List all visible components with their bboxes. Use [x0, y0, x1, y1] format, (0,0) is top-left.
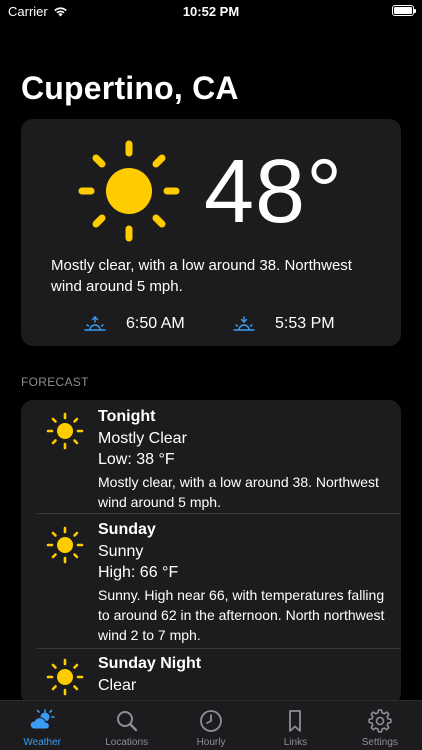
search-icon	[116, 711, 137, 732]
tab-hourly[interactable]: Hourly	[169, 701, 253, 750]
forecast-detail: Sunny. High near 66, with temperatures f…	[98, 587, 385, 643]
tab-label: Settings	[361, 737, 398, 748]
forecast-text: Tonight Mostly Clear Low: 38 °F Mostly c…	[98, 407, 388, 512]
tab-label: Links	[283, 737, 308, 748]
sun-icon	[46, 412, 84, 450]
sunrise-icon	[84, 316, 106, 331]
current-conditions-card: 48° Mostly clear, with a low around 38. …	[21, 119, 401, 346]
battery-icon	[392, 5, 416, 16]
weather-icon	[29, 709, 56, 730]
gear-icon	[368, 709, 392, 733]
divider	[37, 513, 401, 514]
forecast-period: Sunday Night	[98, 655, 202, 672]
clock-icon	[200, 710, 222, 732]
tab-weather[interactable]: Weather	[0, 701, 84, 750]
forecast-temperature: High: 66 °F	[98, 564, 179, 581]
forecast-condition: Sunny	[98, 543, 144, 560]
tab-label: Locations	[105, 737, 149, 748]
forecast-period: Sunday	[98, 521, 156, 538]
forecast-condition: Mostly Clear	[98, 430, 187, 447]
sunrise-time: 6:50 AM	[126, 315, 185, 332]
sun-icon	[78, 140, 180, 242]
tab-bar: Weather Locations Hourly Links Settings	[0, 700, 422, 750]
forecast-list[interactable]: Tonight Mostly Clear Low: 38 °F Mostly c…	[21, 400, 401, 705]
sun-icon	[46, 526, 84, 564]
sunset-row: 5:53 PM	[233, 315, 335, 333]
divider	[37, 648, 401, 649]
status-bar: Carrier 10:52 PM	[0, 0, 422, 24]
sun-icon	[46, 658, 84, 696]
tab-label: Hourly	[196, 737, 226, 748]
page-title: Cupertino, CA	[21, 70, 239, 106]
tab-locations[interactable]: Locations	[84, 701, 168, 750]
tab-settings[interactable]: Settings	[338, 701, 422, 750]
current-temperature: 48°	[204, 142, 344, 242]
forecast-header: FORECAST	[21, 375, 89, 389]
forecast-condition: Clear	[98, 677, 137, 694]
current-summary: Mostly clear, with a low around 38. Nort…	[51, 257, 352, 295]
forecast-text: Sunday Sunny High: 66 °F Sunny. High nea…	[98, 520, 388, 645]
sunrise-row: 6:50 AM	[84, 315, 185, 333]
forecast-text: Sunday Night Clear Low: 40 °F	[98, 654, 388, 705]
tab-label: Weather	[23, 737, 62, 748]
status-time: 10:52 PM	[182, 4, 240, 19]
sunset-icon	[233, 316, 255, 331]
sunset-time: 5:53 PM	[275, 315, 335, 332]
bookmark-icon	[289, 710, 302, 732]
forecast-period: Tonight	[98, 408, 156, 425]
tab-links[interactable]: Links	[253, 701, 337, 750]
forecast-detail: Mostly clear, with a low around 38. Nort…	[98, 474, 379, 510]
forecast-temperature: Low: 38 °F	[98, 451, 175, 468]
